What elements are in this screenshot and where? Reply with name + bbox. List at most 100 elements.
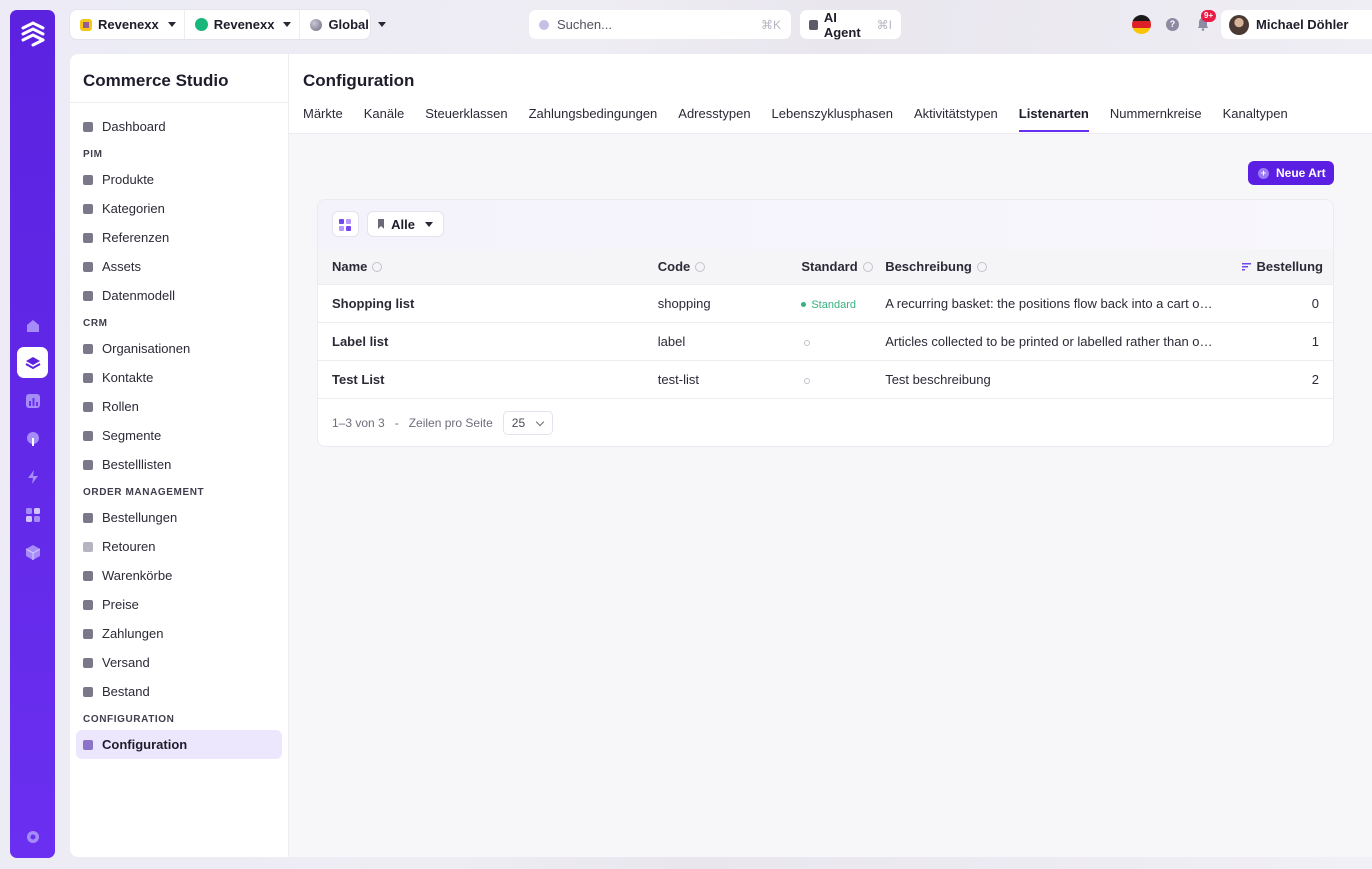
org-selector[interactable]: Revenexx	[70, 10, 184, 39]
sidebar-item-label: Rollen	[102, 399, 139, 414]
tab-lebenszyklusphasen[interactable]: Lebenszyklusphasen	[772, 106, 893, 134]
sidebar-item-label: Retouren	[102, 539, 156, 554]
tab-nummernkreise[interactable]: Nummernkreise	[1110, 106, 1202, 134]
sidebar-item-label: Datenmodell	[102, 288, 175, 303]
users-icon	[83, 430, 93, 441]
sidebar-item-datenmodell[interactable]: Datenmodell	[76, 281, 282, 310]
sidebar-item-produkte[interactable]: Produkte	[76, 165, 282, 194]
sidebar-item-versand[interactable]: Versand	[76, 648, 282, 677]
sidebar-item-label: Referenzen	[102, 230, 170, 245]
sidebar-item-label: Kontakte	[102, 370, 154, 385]
sidebar-item-label: Preise	[102, 597, 139, 612]
box-icon	[83, 174, 93, 185]
cell-code: shopping	[657, 284, 802, 323]
tab-adresstypen[interactable]: Adresstypen	[678, 106, 750, 134]
list-types-table: Name Code Standard Beschreibung Bestellu…	[318, 249, 1333, 399]
column-header-order[interactable]: Bestellung	[1237, 249, 1333, 285]
sort-icon[interactable]	[695, 261, 706, 272]
sidebar-item-segmente[interactable]: Segmente	[76, 421, 282, 450]
tab-maerkte[interactable]: Märkte	[303, 106, 343, 134]
german-flag-icon[interactable]	[1132, 15, 1151, 34]
sidebar-item-rollen[interactable]: Rollen	[76, 392, 282, 421]
nav-section-configuration: CONFIGURATION	[83, 714, 175, 725]
content-area: Configuration Märkte Kanäle Steuerklasse…	[289, 54, 1372, 857]
sidebar-item-preise[interactable]: Preise	[76, 590, 282, 619]
apps-icon[interactable]	[17, 499, 48, 530]
sidebar-item-label: Assets	[102, 259, 142, 274]
top-bar: Revenexx Revenexx Global Suchen... ⌘K AI…	[70, 10, 1372, 40]
new-list-type-button[interactable]: + Neue Art	[1248, 161, 1334, 185]
sidebar-item-zahlungen[interactable]: Zahlungen	[76, 619, 282, 648]
cell-description: Test beschreibung	[885, 360, 1238, 399]
sidebar-item-configuration[interactable]: Configuration	[76, 730, 282, 759]
store-selector[interactable]: Revenexx	[183, 10, 300, 39]
cell-code: test-list	[657, 360, 802, 399]
tab-kanaele[interactable]: Kanäle	[364, 106, 404, 134]
search-input[interactable]: Suchen... ⌘K	[529, 10, 791, 39]
table-row[interactable]: Test List test-list Test beschreibung 2	[318, 360, 1333, 399]
box-icon	[83, 372, 93, 383]
chevron-down-icon	[167, 22, 176, 27]
sort-icon[interactable]	[862, 261, 873, 272]
sidebar: Commerce Studio Dashboard PIM Produkte K…	[70, 54, 289, 857]
settings-gear-icon[interactable]	[17, 821, 48, 852]
sort-icon[interactable]	[372, 261, 383, 272]
tab-steuerklassen[interactable]: Steuerklassen	[425, 106, 507, 134]
tab-listenarten[interactable]: Listenarten	[1018, 106, 1089, 134]
app-logo-icon[interactable]	[19, 20, 47, 48]
sidebar-item-label: Configuration	[102, 737, 188, 752]
sidebar-item-retouren[interactable]: Retouren	[76, 532, 282, 561]
cart-icon	[83, 570, 93, 581]
tab-kanaltypen[interactable]: Kanaltypen	[1223, 106, 1288, 134]
scope-selector[interactable]: Global	[299, 10, 393, 39]
box-icon	[83, 401, 93, 412]
sidebar-item-label: Organisationen	[102, 341, 191, 356]
chevron-down-icon	[425, 221, 433, 227]
search-icon	[539, 19, 549, 30]
column-header-description[interactable]: Beschreibung	[885, 249, 1238, 285]
sidebar-item-bestelllisten[interactable]: Bestelllisten	[76, 450, 282, 479]
filter-label: Alle	[391, 216, 415, 232]
sidebar-item-dashboard[interactable]: Dashboard	[76, 112, 282, 141]
pagination: 1–3 von 3 - Zeilen pro Seite 25	[332, 411, 553, 435]
sidebar-item-label: Bestelllisten	[102, 457, 172, 472]
analytics-icon[interactable]	[17, 385, 48, 416]
sidebar-item-organisationen[interactable]: Organisationen	[76, 334, 282, 363]
pagination-range: 1–3 von 3	[332, 416, 385, 430]
filter-dropdown[interactable]: Alle	[367, 211, 444, 237]
rows-per-page-select[interactable]: 25	[502, 411, 553, 435]
search-placeholder: Suchen...	[557, 17, 612, 32]
help-icon[interactable]: ?	[1166, 18, 1179, 31]
sidebar-item-warenkoerbe[interactable]: Warenkörbe	[76, 561, 282, 590]
view-toggle-icon[interactable]	[332, 211, 359, 237]
column-header-code[interactable]: Code	[657, 249, 802, 285]
table-row[interactable]: Label list label Articles collected to b…	[318, 322, 1333, 361]
lightning-icon[interactable]	[17, 461, 48, 492]
user-menu[interactable]: Michael Döhler	[1221, 10, 1372, 39]
sidebar-item-bestand[interactable]: Bestand	[76, 677, 282, 706]
search-shortcut: ⌘K	[760, 17, 781, 32]
tag-icon	[83, 599, 93, 610]
sidebar-item-kontakte[interactable]: Kontakte	[76, 363, 282, 392]
column-header-standard[interactable]: Standard	[801, 249, 886, 285]
table-row[interactable]: Shopping list shopping Standard A recurr…	[318, 284, 1333, 323]
sort-icon[interactable]	[976, 261, 987, 272]
home-icon[interactable]	[17, 310, 48, 341]
list-types-table-card: Alle Name Code Standard Beschreibung Bes…	[317, 199, 1334, 447]
sidebar-item-referenzen[interactable]: Referenzen	[76, 223, 282, 252]
dashboard-icon	[83, 121, 93, 132]
tab-aktivitaetstypen[interactable]: Aktivitätstypen	[914, 106, 998, 134]
layers-icon[interactable]	[17, 347, 48, 378]
location-icon[interactable]	[17, 423, 48, 454]
context-switcher: Revenexx Revenexx Global	[70, 10, 386, 39]
sidebar-item-bestellungen[interactable]: Bestellungen	[76, 503, 282, 532]
ai-agent-icon	[809, 19, 818, 30]
ai-agent-button[interactable]: AI Agent ⌘I	[800, 10, 901, 40]
sidebar-item-assets[interactable]: Assets	[76, 252, 282, 281]
sidebar-item-kategorien[interactable]: Kategorien	[76, 194, 282, 223]
cube-icon[interactable]	[17, 536, 48, 567]
tab-zahlungsbedingungen[interactable]: Zahlungsbedingungen	[529, 106, 658, 134]
status-dot-icon	[801, 302, 807, 308]
status-badge: Standard	[801, 299, 856, 311]
column-header-name[interactable]: Name	[318, 249, 658, 285]
